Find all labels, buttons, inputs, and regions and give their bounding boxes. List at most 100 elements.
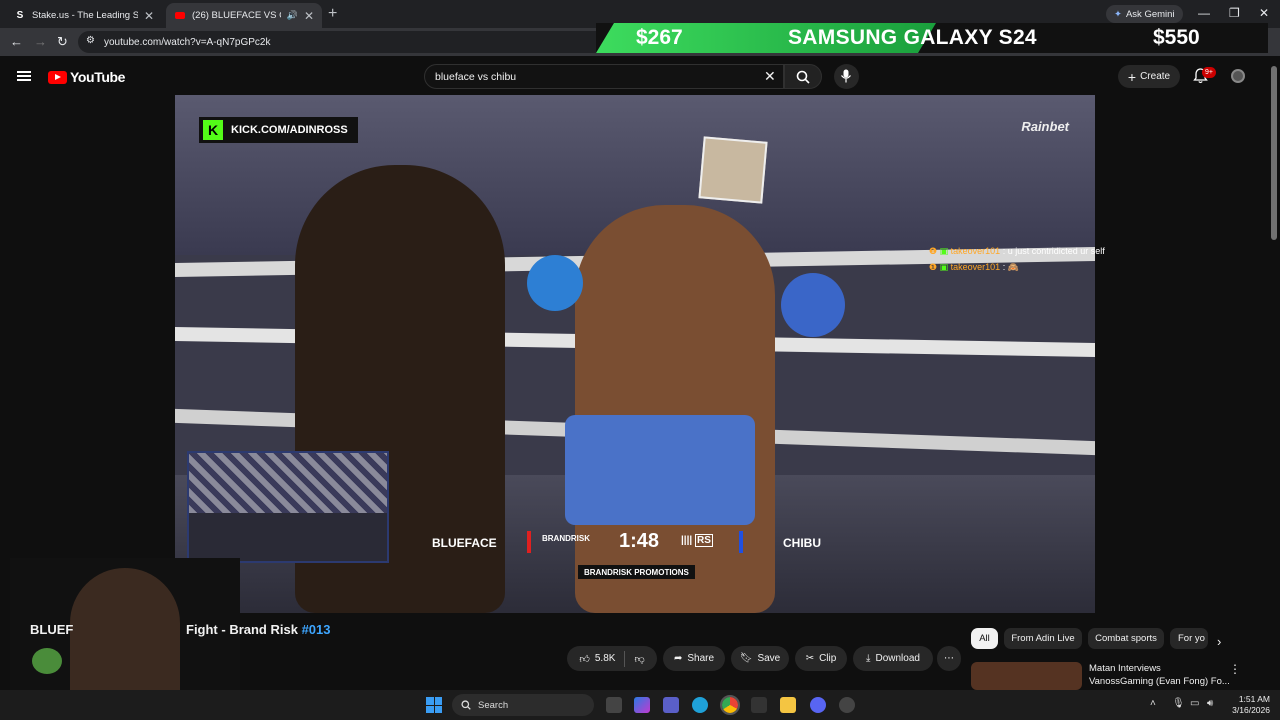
save-label: Save (757, 653, 781, 664)
kick-logo-icon: K (203, 120, 223, 140)
chip-for-you[interactable]: For yo (1170, 628, 1208, 649)
blue-corner-marker (739, 531, 743, 553)
chat-username: takeover101 (950, 262, 1001, 272)
fighter-right-shorts (565, 415, 755, 525)
store-icon[interactable] (751, 697, 767, 713)
tab-title: (26) BLUEFACE VS CHIBU Fu (192, 10, 281, 21)
brandrisk-logo: BRANDRISK (542, 534, 590, 543)
pip-table (189, 513, 387, 561)
chat-text: : (1002, 262, 1006, 272)
youtube-logo[interactable]: YouTube (48, 69, 125, 85)
windows-taskbar: Search ˄ 🎙︎ ▭ 🔊︎ 1:51 AM 3/16/2026 (0, 690, 1280, 720)
windows-start-icon[interactable] (426, 697, 442, 713)
more-actions-button[interactable]: ⋯ (937, 646, 961, 671)
chat-message: ❶ ▣ takeover101 : 🙈 (929, 262, 1019, 273)
hamburger-menu-icon[interactable] (17, 71, 31, 81)
notifications-badge: 9+ (1202, 67, 1216, 78)
close-tab-icon[interactable]: ✕ (144, 9, 154, 23)
share-arrow-icon: ➦ (673, 653, 683, 664)
youtube-header: YouTube blueface vs chibu ✕ + Create 9+ (0, 56, 1280, 96)
file-explorer-icon[interactable] (780, 697, 796, 713)
divider (624, 650, 626, 667)
forward-arrow-icon[interactable]: → (34, 34, 47, 49)
copilot-icon[interactable] (634, 697, 650, 713)
picture-in-picture-feed (187, 451, 389, 563)
blue-glove-left (527, 255, 583, 311)
task-view-icon[interactable] (606, 697, 622, 713)
new-tab-button[interactable]: + (328, 5, 337, 23)
app-icon[interactable] (839, 697, 855, 713)
red-corner-marker (527, 531, 531, 553)
round-indicator: |||| RS (681, 534, 713, 547)
close-tab-icon[interactable]: ✕ (304, 9, 314, 23)
edge-icon[interactable] (692, 697, 708, 713)
taskbar-clock-time[interactable]: 1:51 AM (1228, 694, 1270, 704)
chat-badge-icon: ▣ (939, 246, 949, 256)
chip-all[interactable]: All (971, 628, 998, 649)
restore-icon[interactable]: ❐ (1229, 6, 1240, 20)
discord-icon[interactable] (810, 697, 826, 713)
chevron-up-icon[interactable]: ˄ (1150, 698, 1156, 709)
close-window-icon[interactable]: ✕ (1259, 6, 1269, 20)
save-button[interactable]: 🔖︎ Save (731, 646, 789, 671)
chip-from-adin-live[interactable]: From Adin Live (1004, 628, 1082, 649)
minimize-icon[interactable]: — (1198, 6, 1210, 20)
search-input[interactable]: blueface vs chibu (424, 64, 784, 89)
clip-label: Clip (819, 653, 837, 664)
taskbar-clock-date[interactable]: 3/16/2026 (1222, 705, 1270, 715)
account-avatar[interactable] (1231, 69, 1245, 83)
next-video-title[interactable]: Matan Interviews (1089, 663, 1161, 674)
ask-gemini-button[interactable]: ✦ Ask Gemini (1106, 5, 1183, 23)
video-title: Fight - Brand Risk #013 (186, 622, 331, 637)
video-hashtag[interactable]: #013 (302, 622, 331, 637)
chat-text: : u just contridicted ur self (1002, 246, 1105, 256)
search-icon (461, 700, 471, 710)
clear-search-icon[interactable]: ✕ (764, 68, 776, 85)
kick-url-text: KICK.COM/ADINROSS (231, 124, 348, 136)
share-button[interactable]: ➦ Share (663, 646, 725, 671)
create-button[interactable]: + Create (1118, 65, 1180, 88)
chip-combat-sports[interactable]: Combat sports (1088, 628, 1164, 649)
microphone-icon[interactable]: 🎙︎ (1172, 698, 1185, 709)
site-info-icon[interactable]: ⚙ (86, 35, 95, 46)
search-icon (796, 70, 810, 84)
round-timer: 1:48 (619, 530, 660, 552)
taskbar-search-label: Search (478, 699, 509, 711)
thumbs-down-icon[interactable]: 👎︎ (634, 653, 644, 665)
fight-scoreboard: BLUEFACE BRANDRISK 1:48 |||| RS CHIBU (400, 527, 848, 557)
browser-tab-youtube[interactable]: (26) BLUEFACE VS CHIBU Fu 🔊 ✕ (166, 3, 322, 28)
chevron-right-icon[interactable]: › (1217, 634, 1221, 649)
search-button[interactable] (784, 64, 822, 89)
chat-username: takeover101 (950, 246, 1001, 256)
fighter-right-name: CHIBU (783, 536, 821, 550)
page-scrollbar[interactable] (1271, 66, 1277, 240)
next-video-subtitle[interactable]: VanossGaming (Evan Fong) Fo... (1089, 676, 1230, 687)
teams-icon[interactable] (663, 697, 679, 713)
browser-tab-stake[interactable]: S Stake.us - The Leading Social C ✕ (6, 3, 162, 28)
download-icon: ⤓ (866, 653, 871, 664)
chrome-icon[interactable] (720, 695, 740, 715)
download-button[interactable]: ⤓ Download (853, 646, 933, 671)
taskbar-search[interactable]: Search (452, 694, 594, 716)
reload-icon[interactable]: ↻ (57, 34, 68, 50)
chat-badge-icon: ❶ (929, 262, 938, 272)
bookmark-icon: 🔖︎ (739, 653, 753, 664)
video-player[interactable]: K KICK.COM/ADINROSS Rainbet BLUEFACE BRA… (175, 95, 1095, 613)
voice-search-button[interactable] (834, 64, 859, 89)
more-vertical-icon[interactable]: ⋮ (1229, 662, 1241, 676)
clip-button[interactable]: ✂ Clip (795, 646, 847, 671)
tab-audio-icon[interactable]: 🔊 (287, 10, 298, 21)
promotions-label: BRANDRISK PROMOTIONS (578, 565, 695, 579)
like-count[interactable]: 5.8K (595, 653, 616, 664)
youtube-logo-text: YouTube (70, 69, 126, 85)
volume-icon[interactable]: 🔊︎ (1207, 698, 1213, 709)
back-arrow-icon[interactable]: ← (10, 34, 23, 49)
more-horizontal-icon: ⋯ (944, 653, 954, 664)
scissors-icon: ✂ (805, 653, 815, 664)
download-label: Download (875, 653, 920, 664)
next-video-thumbnail[interactable] (971, 662, 1082, 690)
display-icon[interactable]: ▭ (1190, 698, 1199, 709)
chat-message: ❶ ▣ takeover101 : u just contridicted ur… (929, 246, 1105, 257)
thumbs-up-icon[interactable]: 👍︎ (579, 653, 589, 665)
ask-gemini-label: Ask Gemini (1125, 8, 1175, 20)
